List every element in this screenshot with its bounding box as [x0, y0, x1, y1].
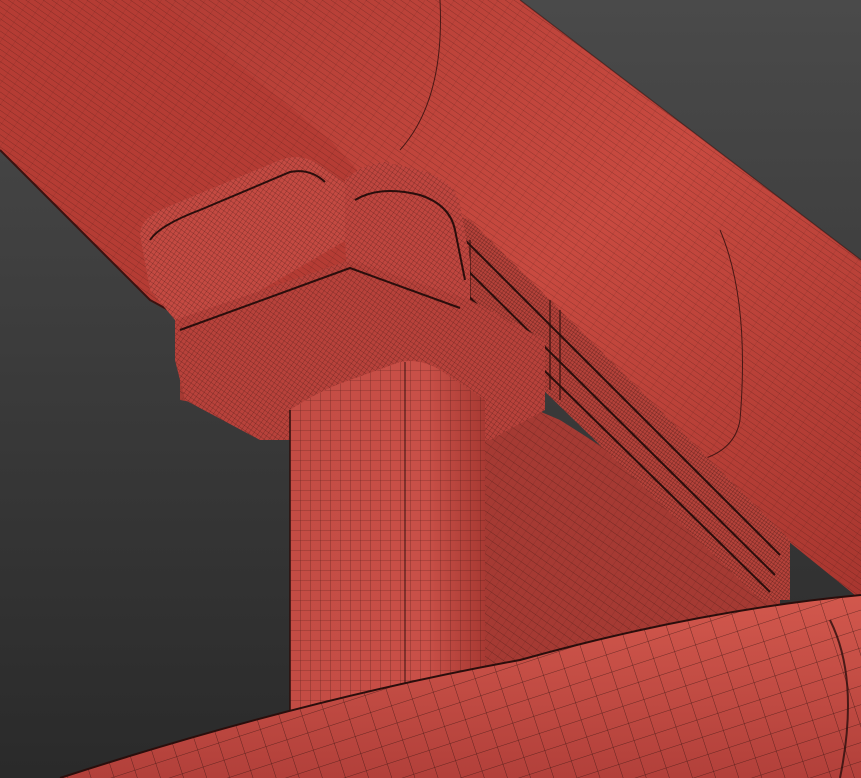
vertical-post[interactable]: [289, 361, 485, 720]
wireframe-render: [0, 0, 861, 778]
3d-viewport[interactable]: [0, 0, 861, 778]
